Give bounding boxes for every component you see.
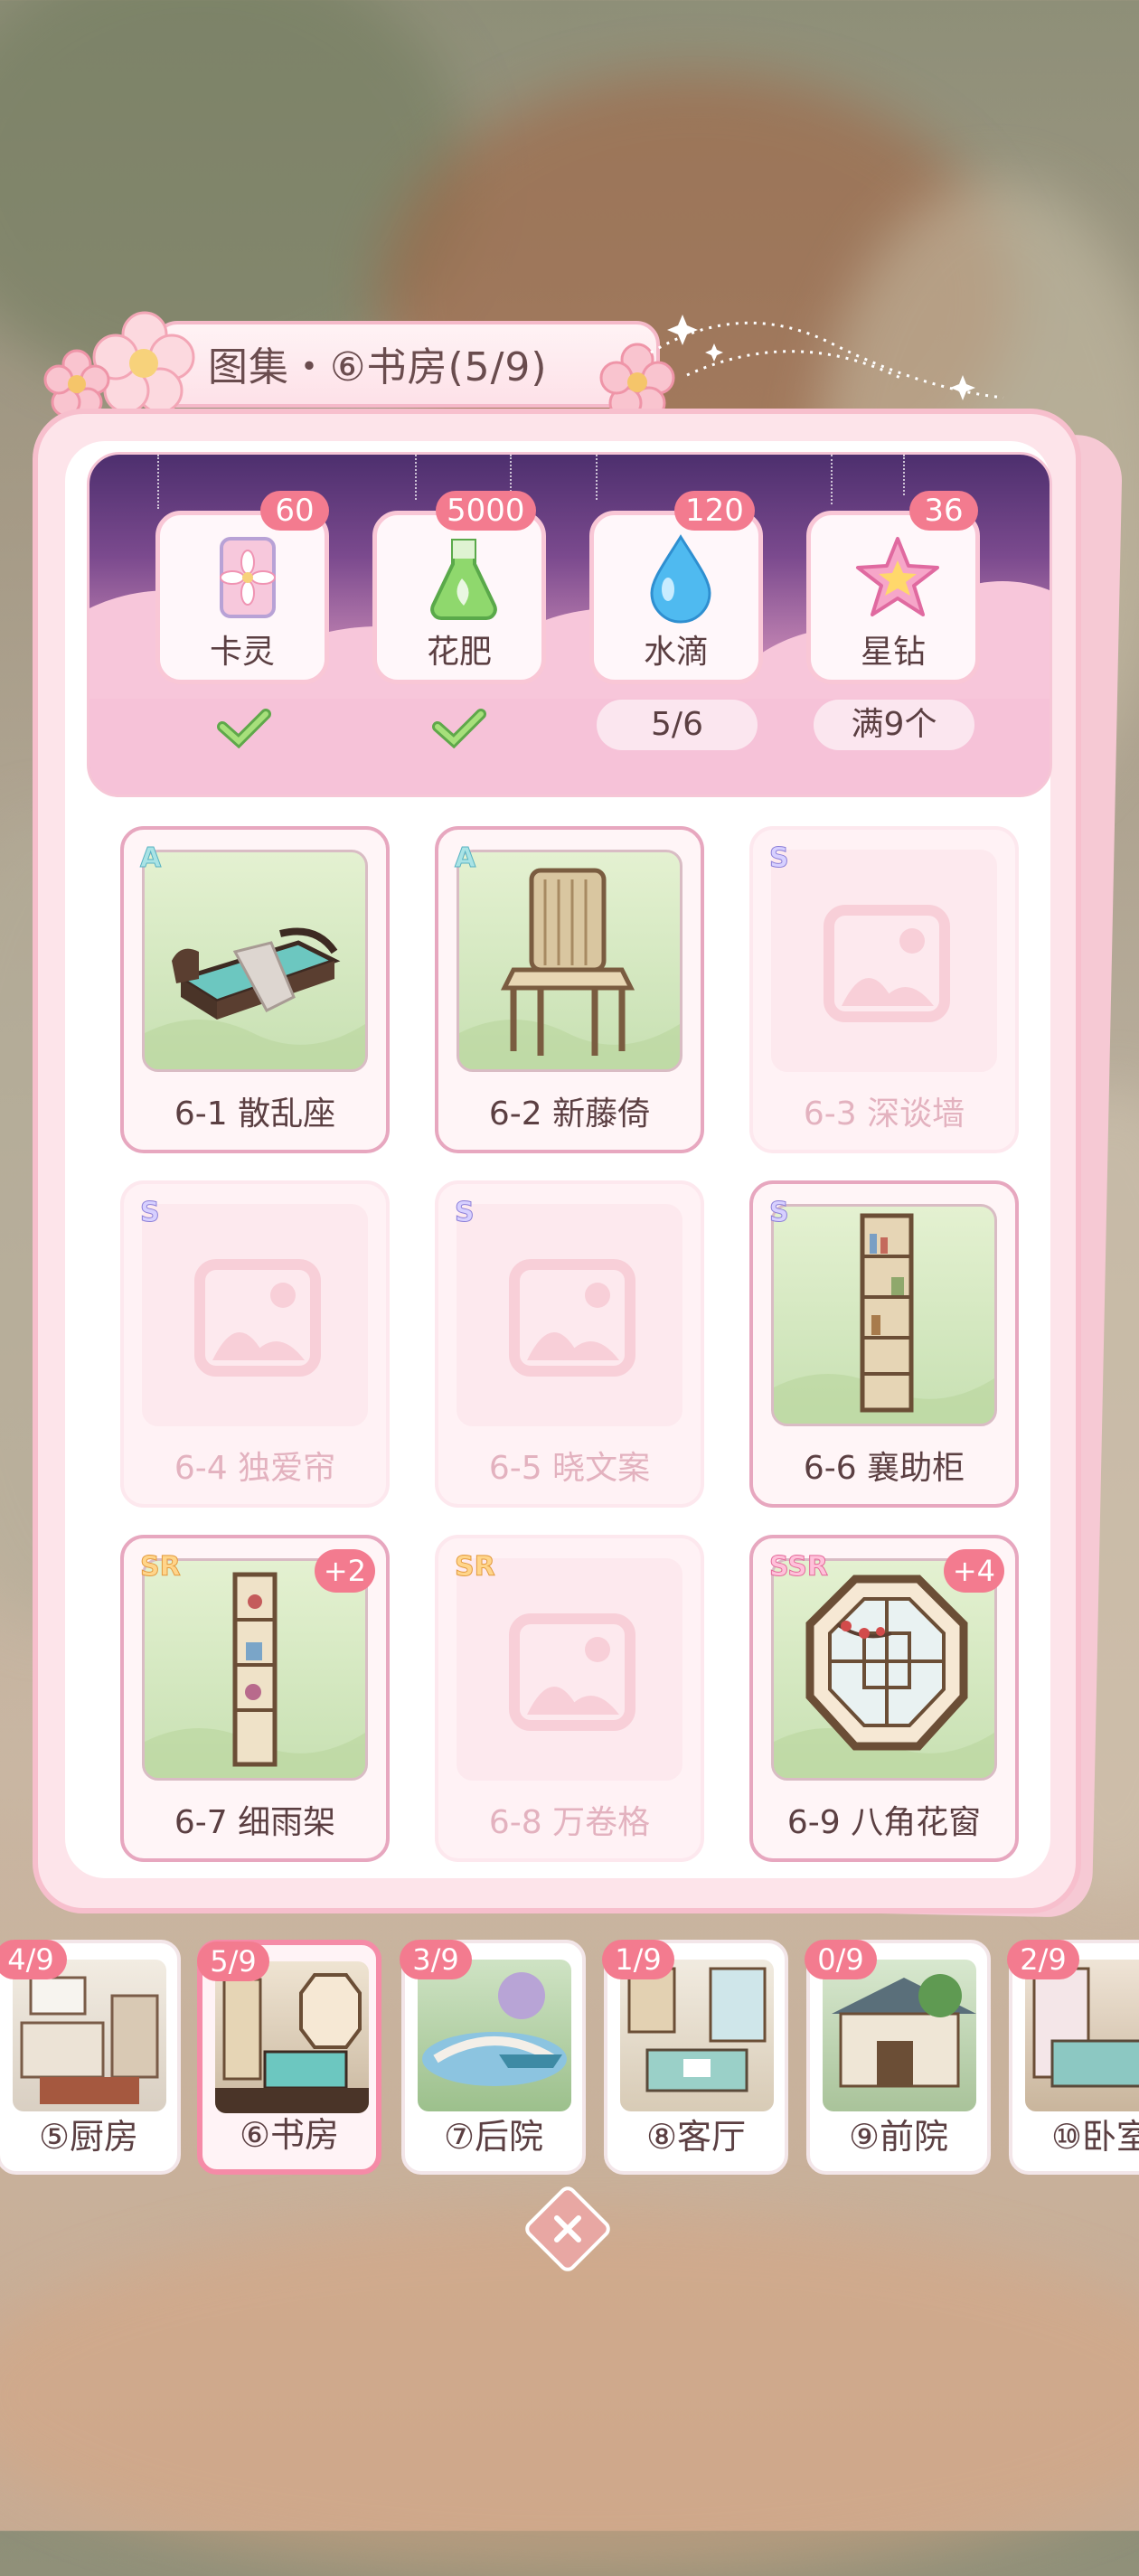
image-placeholder-icon [194,1259,321,1377]
item-thumbnail [457,850,682,1072]
item-card-6-2[interactable]: A 6-2 新藤倚 [435,826,704,1153]
item-card-6-8[interactable]: SR 6-8 万卷格 [435,1535,704,1862]
room-name: ⑧客厅 [645,2117,747,2157]
rarity-badge: S [455,1197,475,1229]
room-progress-badge: 5/9 [197,1941,269,1981]
display-shelf-icon [145,1572,365,1778]
rattan-chair-icon [459,868,680,1069]
fertilizer-flask-icon [430,539,497,620]
room-tab-bedroom[interactable]: 2/9 ⑩卧室 [1007,1940,1139,2175]
rarity-badge: SR [455,1551,496,1584]
room-thumbnail [418,1960,571,2111]
item-name: 6-1 散乱座 [174,1095,336,1133]
room-thumbnail [13,1960,166,2111]
card-spirit-icon [220,537,276,618]
item-name: 6-6 襄助柜 [803,1450,965,1487]
room-progress-badge: 1/9 [602,1940,674,1979]
reward-label: 花肥 [426,634,492,671]
item-thumbnail [142,850,368,1072]
reward-star-diamond[interactable]: 星钻 [806,511,980,684]
room-progress-badge: 4/9 [0,1940,67,1979]
room-tab-study[interactable]: 5/9 ⑥书房 [197,1940,381,2175]
octagon-window-icon [774,1575,994,1778]
image-placeholder-icon [509,1613,635,1731]
image-placeholder-icon [824,905,950,1022]
reward-count-badge: 60 [260,491,329,531]
sparkle-string-decoration [650,315,1004,400]
page-title: 图集・⑥书房(5/9) [208,344,548,390]
close-icon [554,2215,581,2242]
room-progress-badge: 2/9 [1007,1940,1079,1979]
room-thumbnail [215,1961,369,2113]
item-name: 6-4 独爱帘 [174,1450,336,1487]
rarity-badge: S [769,1197,790,1229]
reward-progress: 5/6 [597,700,758,750]
item-card-6-5[interactable]: S 6-5 晓文案 [435,1180,704,1508]
rarity-badge: SSR [769,1551,829,1584]
check-icon [432,709,486,748]
check-icon [217,709,271,748]
reward-progress: 满9个 [814,700,974,750]
room-tab-living-room[interactable]: 1/9 ⑧客厅 [602,1940,788,2175]
rarity-badge: A [139,842,162,875]
item-card-6-9[interactable]: SSR +4 6-9 八角花窗 [749,1535,1019,1862]
item-card-6-3[interactable]: S 6-3 深谈墙 [749,826,1019,1153]
room-progress-badge: 0/9 [805,1940,877,1979]
rarity-badge: S [769,842,790,875]
room-thumbnail [1025,1960,1139,2111]
item-thumbnail [771,1204,997,1426]
rarity-badge: S [140,1197,161,1229]
reward-label: 卡灵 [209,634,275,671]
reward-fertilizer[interactable]: 花肥 [372,511,546,684]
rarity-badge: A [454,842,476,875]
item-thumbnail [771,850,997,1072]
reward-count-badge: 36 [909,491,978,531]
reward-label: 水滴 [643,634,709,671]
room-name: ⑥书房 [239,2115,340,2155]
item-card-6-7[interactable]: SR +2 6-7 细雨架 [120,1535,390,1862]
room-thumbnail [823,1960,976,2111]
star-diamond-icon [856,537,939,616]
item-name: 6-8 万卷格 [488,1804,651,1841]
room-tab-kitchen[interactable]: 4/9 ⑤厨房 [0,1940,181,2175]
item-name: 6-9 八角花窗 [786,1804,982,1841]
item-name: 6-5 晓文案 [488,1450,651,1487]
item-card-6-4[interactable]: S 6-4 独爱帘 [120,1180,390,1508]
room-progress-badge: 3/9 [400,1940,472,1979]
item-thumbnail [457,1558,682,1781]
bookshelf-cabinet-icon [774,1213,994,1424]
reward-card-spirit[interactable]: 卡灵 [155,511,329,684]
room-tab-front-yard[interactable]: 0/9 ⑨前院 [805,1940,991,2175]
image-placeholder-icon [509,1259,635,1377]
item-card-6-1[interactable]: A 6-1 散乱座 [120,826,390,1153]
item-thumbnail [457,1204,682,1426]
reward-count-badge: 120 [674,491,755,531]
item-name: 6-7 细雨架 [174,1804,336,1841]
reward-count-badge: 5000 [436,491,536,531]
rarity-badge: SR [140,1551,182,1584]
reward-label: 星钻 [860,634,926,671]
item-name: 6-3 深谈墙 [803,1095,965,1133]
room-tab-backyard[interactable]: 3/9 ⑦后院 [400,1940,586,2175]
daybed-furniture-icon [145,927,365,1069]
room-name: ⑤厨房 [38,2117,139,2157]
water-drop-icon [650,534,711,624]
room-name: ⑨前院 [848,2117,949,2157]
reward-water-drop[interactable]: 水滴 [589,511,763,684]
item-name: 6-2 新藤倚 [488,1095,651,1133]
bonus-badge: +2 [314,1549,375,1593]
item-thumbnail [142,1204,368,1426]
room-name: ⑦后院 [443,2117,544,2157]
room-thumbnail [620,1960,774,2111]
bonus-badge: +4 [943,1549,1004,1593]
item-card-6-6[interactable]: S 6-6 襄助柜 [749,1180,1019,1508]
room-name: ⑩卧室 [1050,2117,1139,2157]
